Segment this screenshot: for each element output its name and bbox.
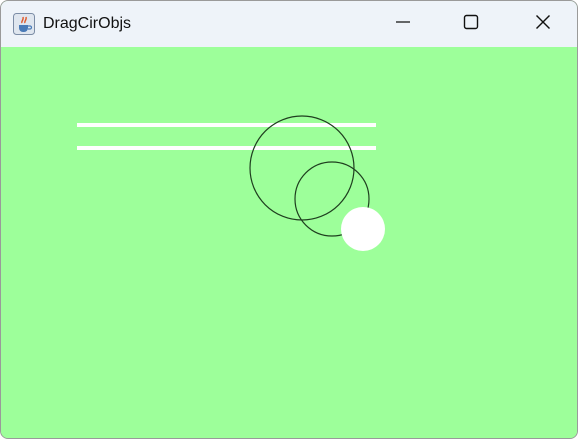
maximize-icon <box>463 14 479 35</box>
window-title: DragCirObjs <box>43 15 132 32</box>
draggable-circle-large[interactable] <box>249 115 355 221</box>
maximize-button[interactable] <box>437 1 505 47</box>
minimize-icon <box>395 14 411 35</box>
app-window: DragCirObjs <box>0 0 578 439</box>
title-bar[interactable]: DragCirObjs <box>1 1 577 47</box>
close-icon <box>535 14 551 35</box>
draggable-circle-filled[interactable] <box>341 207 385 251</box>
minimize-button[interactable] <box>369 1 437 47</box>
close-button[interactable] <box>509 1 577 47</box>
java-cup-icon <box>13 13 35 35</box>
drawing-canvas[interactable] <box>1 47 577 438</box>
